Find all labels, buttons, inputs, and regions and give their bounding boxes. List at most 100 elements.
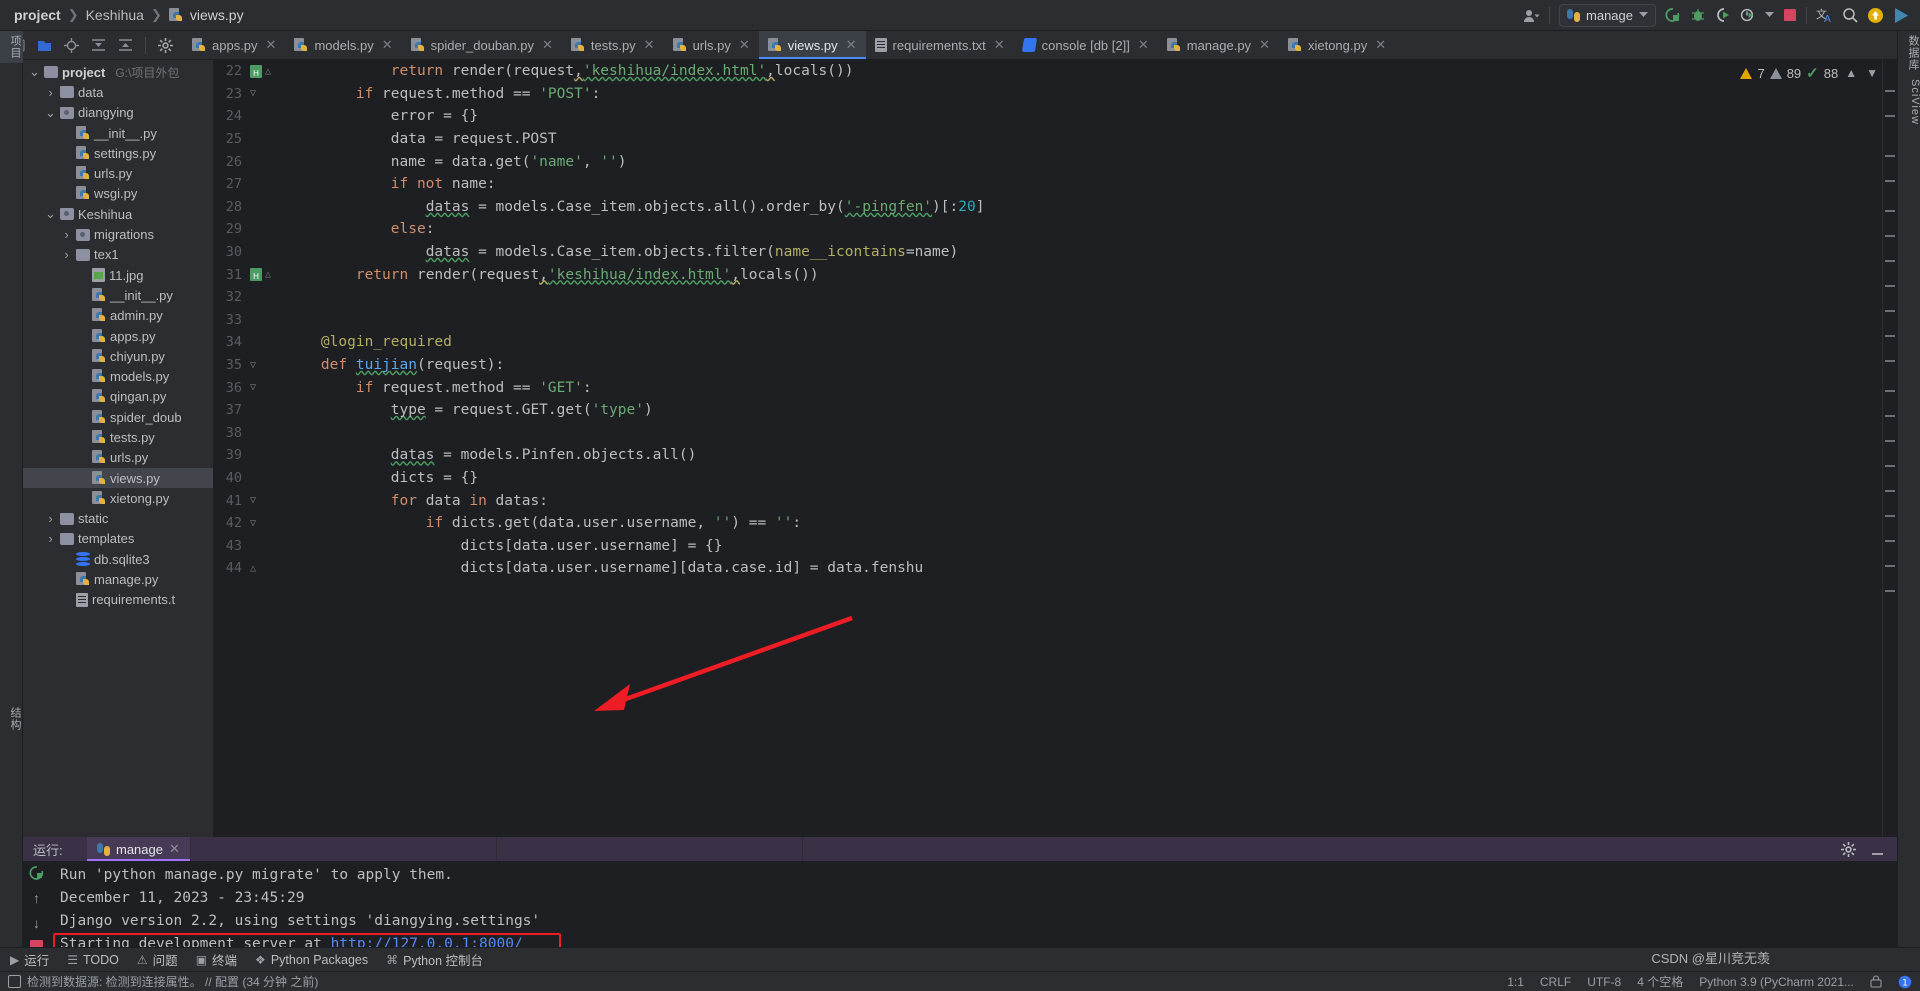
tree-item[interactable]: 11.jpg [23,265,213,285]
code-marker[interactable] [1885,515,1895,517]
chevron-right-icon[interactable]: › [61,247,72,262]
code-marker[interactable] [1885,415,1895,417]
file-encoding[interactable]: UTF-8 [1587,975,1621,989]
code-marker[interactable] [1885,210,1895,212]
html-template-icon[interactable]: H [250,64,262,78]
user-icon[interactable] [1523,8,1540,23]
stop-icon[interactable] [1783,8,1797,22]
tree-item[interactable]: admin.py [23,306,213,326]
breadcrumb-project[interactable]: project [14,7,61,23]
chevron-down-icon[interactable] [1765,12,1774,18]
code-fold-icon[interactable]: ▽ [250,518,256,529]
code-line[interactable]: 24 error = {} [214,105,1882,128]
update-icon[interactable] [1867,7,1884,24]
code-marker[interactable] [1885,260,1895,262]
close-icon[interactable]: ✕ [846,37,857,53]
code-marker[interactable] [1885,565,1895,567]
tool-window-button-todo[interactable]: ☰ TODO [67,953,119,967]
editor-tab-tests-py[interactable]: tests.py ✕ [562,31,664,59]
tree-item[interactable]: › static [23,509,213,529]
previous-highlight-button[interactable]: ▲ [1843,66,1859,80]
chevron-down-icon[interactable]: ⌄ [45,207,56,220]
code-editor[interactable]: 7 89 ✓ 88 ▲ ▼ 22 H △ return render(request… [214,60,1882,837]
tree-item[interactable]: __init__.py [23,123,213,143]
tree-item[interactable]: › tex1 [23,245,213,265]
close-icon[interactable]: ✕ [994,37,1005,53]
editor-marker-strip[interactable] [1882,60,1897,837]
collapse-all-icon[interactable] [118,38,133,53]
caret-position[interactable]: 1:1 [1507,975,1524,989]
tree-item[interactable]: wsgi.py [23,184,213,204]
expand-all-icon[interactable] [91,38,106,53]
tree-item-selected[interactable]: views.py [23,467,213,489]
editor-tab-requirements-txt[interactable]: requirements.txt ✕ [866,31,1014,59]
code-marker[interactable] [1885,285,1895,287]
select-opened-file-icon[interactable] [37,38,52,53]
code-marker[interactable] [1885,90,1895,92]
tool-window-sciview[interactable]: SciView [1898,75,1920,129]
close-icon[interactable]: ✕ [644,37,655,53]
gear-icon[interactable] [1841,841,1856,857]
tool-window-button-运行[interactable]: ▶ 运行 [10,950,49,969]
code-marker[interactable] [1885,235,1895,237]
run-icon[interactable] [1665,7,1681,23]
tree-item[interactable]: models.py [23,366,213,386]
debug-icon[interactable] [1690,7,1706,23]
tree-item[interactable]: ⌄ Keshihua [23,204,213,224]
console-output[interactable]: Run 'python manage.py migrate' to apply … [50,861,1897,975]
editor-tab-xietong-py[interactable]: xietong.py ✕ [1279,31,1395,59]
code-line[interactable]: 23 ▽ if request.method == 'POST': [214,83,1882,106]
breadcrumb-module[interactable]: Keshihua [86,7,144,23]
locate-icon[interactable] [64,37,79,53]
code-fold-icon[interactable]: ▽ [250,360,256,371]
tool-window-button-python-packages[interactable]: ❖ Python Packages [255,953,368,967]
gutter-markers[interactable]: ▽ [248,382,278,393]
chevron-down-icon[interactable]: ⌄ [29,65,40,78]
inspection-widget[interactable]: 7 89 ✓ 88 ▲ ▼ [1740,64,1880,82]
gutter-markers[interactable]: ▽ [248,518,278,529]
minimize-icon[interactable] [1870,842,1885,857]
code-line[interactable]: 29 else: [214,218,1882,241]
tree-item[interactable]: urls.py [23,163,213,183]
tree-item[interactable]: spider_doub [23,407,213,427]
tree-item[interactable]: ⌄ project G:\项目外包 [23,62,213,82]
ide-icon[interactable] [1893,7,1910,24]
code-line[interactable]: 30 datas = models.Case_item.objects.filt… [214,241,1882,264]
line-separator[interactable]: CRLF [1540,975,1571,989]
code-fold-icon[interactable]: △ [265,269,271,280]
tree-item[interactable]: xietong.py [23,488,213,508]
up-arrow-icon[interactable]: ↑ [28,890,46,906]
close-icon[interactable]: ✕ [1259,37,1270,53]
chevron-right-icon[interactable]: › [45,511,56,526]
project-tool-window[interactable]: ⌄ project G:\项目外包 › data ⌄ diangying __init__.p… [23,60,214,837]
tool-window-database[interactable]: 数据库 [1898,31,1920,75]
code-line[interactable]: 27 if not name: [214,173,1882,196]
tree-item[interactable]: › data [23,82,213,102]
code-line[interactable]: 44 △ dicts[data.user.username][data.case.… [214,557,1882,580]
code-line[interactable]: 36 ▽ if request.method == 'GET': [214,376,1882,399]
event-log-icon[interactable] [8,975,21,988]
code-marker[interactable] [1885,390,1895,392]
gutter-markers[interactable]: ▽ [248,88,278,99]
notification-badge[interactable]: 1 [1898,975,1912,989]
close-icon[interactable]: ✕ [542,37,553,53]
profile-icon[interactable] [1740,7,1756,23]
code-fold-icon[interactable]: △ [250,563,256,574]
code-marker[interactable] [1885,590,1895,592]
translate-icon[interactable]: 文A [1816,7,1833,23]
tool-window-button-终端[interactable]: ▣ 终端 [196,950,237,969]
run-configuration-selector[interactable]: manage [1559,3,1656,27]
tool-window-button-python-控制台[interactable]: ⌘ Python 控制台 [386,950,483,969]
editor-tab-console-db-2-[interactable]: console [db [2]] ✕ [1014,31,1158,59]
tree-item[interactable]: tests.py [23,427,213,447]
chevron-right-icon[interactable]: › [61,227,72,242]
code-line[interactable]: 37 type = request.GET.get('type') [214,399,1882,422]
editor-tab-models-py[interactable]: models.py ✕ [285,31,401,59]
tree-item[interactable]: urls.py [23,448,213,468]
code-marker[interactable] [1885,115,1895,117]
tree-item[interactable]: ⌄ diangying [23,103,213,123]
chevron-down-icon[interactable]: ⌄ [45,106,56,119]
close-icon[interactable]: ✕ [1375,37,1386,53]
code-marker[interactable] [1885,335,1895,337]
code-line[interactable]: 38 [214,422,1882,445]
